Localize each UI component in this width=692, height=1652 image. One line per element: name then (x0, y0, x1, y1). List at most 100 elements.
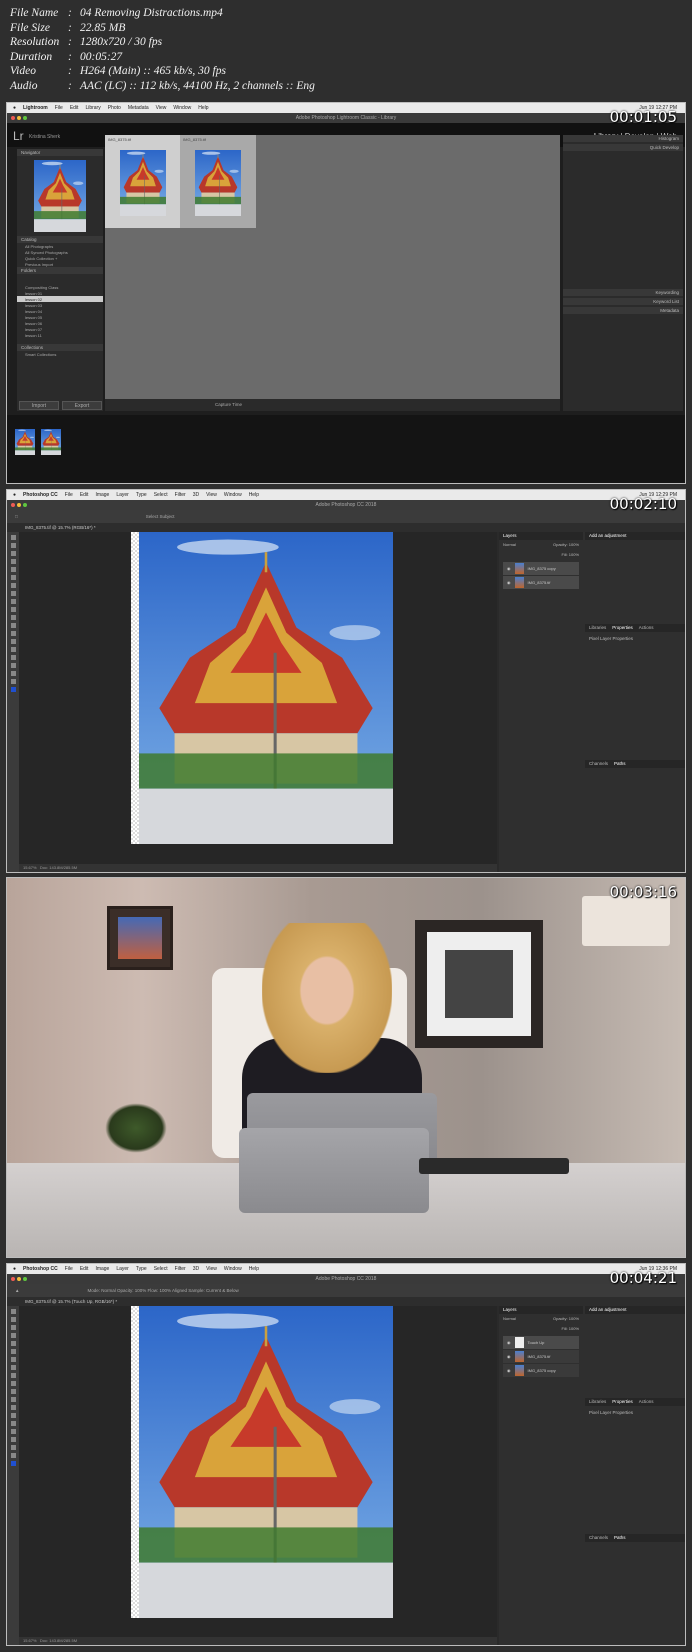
menu-3d[interactable]: 3D (193, 1266, 199, 1272)
menu-view[interactable]: View (206, 492, 217, 498)
close-button[interactable] (11, 1277, 15, 1281)
menu-filter[interactable]: Filter (175, 1266, 186, 1272)
opacity-field[interactable]: Opacity: 100% (553, 542, 579, 550)
close-button[interactable] (11, 503, 15, 507)
navigator-preview[interactable] (34, 160, 86, 232)
select-subject-button[interactable]: Select Subject (146, 514, 175, 519)
close-button[interactable] (11, 116, 15, 120)
menu-file[interactable]: File (55, 105, 63, 111)
menu-help[interactable]: Help (249, 492, 259, 498)
layer-row[interactable]: ◉ IMG_8375 copy (503, 1364, 579, 1377)
menu-type[interactable]: Type (136, 492, 147, 498)
canvas[interactable] (19, 532, 497, 864)
keywording-header[interactable]: Keywording (563, 289, 683, 296)
navigator-header[interactable]: Navigator (17, 149, 103, 156)
folders-header[interactable]: Folders (17, 267, 103, 274)
folder-item[interactable]: lesson 11 (17, 332, 103, 338)
menu-help[interactable]: Help (249, 1266, 259, 1272)
tab-actions[interactable]: Actions (639, 624, 654, 632)
menu-image[interactable]: Image (95, 1266, 109, 1272)
export-button[interactable]: Export (62, 401, 102, 410)
tab-properties[interactable]: Properties (612, 1398, 633, 1406)
blend-mode-select[interactable]: Normal (503, 1316, 516, 1324)
thumbnail-image[interactable] (195, 150, 241, 216)
zoom-button[interactable] (23, 1277, 27, 1281)
menu-app[interactable]: Photoshop CC (23, 492, 58, 498)
tab-channels[interactable]: Channels (589, 760, 608, 768)
menu-library[interactable]: Library (85, 105, 100, 111)
eye-icon[interactable]: ◉ (507, 1368, 511, 1373)
clone-stamp-icon[interactable]: ▲ (15, 1288, 19, 1293)
menu-3d[interactable]: 3D (193, 492, 199, 498)
keyword-list-header[interactable]: Keyword List (563, 298, 683, 305)
fill-field[interactable]: Fill: 100% (561, 1326, 579, 1331)
blend-mode-select[interactable]: Normal (503, 542, 516, 550)
import-button[interactable]: Import (19, 401, 59, 410)
menu-window[interactable]: Window (224, 1266, 242, 1272)
menu-filter[interactable]: Filter (175, 492, 186, 498)
tab-actions[interactable]: Actions (639, 1398, 654, 1406)
menu-layer[interactable]: Layer (116, 1266, 129, 1272)
layer-row-selected[interactable]: ◉ Touch Up (503, 1336, 579, 1349)
menu-help[interactable]: Help (198, 105, 208, 111)
quick-select-icon[interactable]: □ (15, 514, 18, 519)
opacity-field[interactable]: Opacity: 100% (553, 1316, 579, 1324)
menu-select[interactable]: Select (154, 1266, 168, 1272)
tab-properties[interactable]: Properties (612, 624, 633, 632)
sort-dropdown[interactable]: Capture Time (215, 402, 242, 407)
menu-view[interactable]: View (206, 1266, 217, 1272)
menu-file[interactable]: File (65, 1266, 73, 1272)
menu-select[interactable]: Select (154, 492, 168, 498)
collection-item[interactable]: Smart Collections (17, 351, 103, 357)
tab-libraries[interactable]: Libraries (589, 1398, 606, 1406)
apple-icon[interactable]: ● (13, 105, 16, 111)
menu-metadata[interactable]: Metadata (128, 105, 149, 111)
filmstrip-thumb[interactable] (41, 429, 61, 455)
fill-field[interactable]: Fill: 100% (561, 552, 579, 557)
menu-image[interactable]: Image (95, 492, 109, 498)
apple-icon[interactable]: ● (13, 1266, 16, 1272)
menu-edit[interactable]: Edit (80, 1266, 89, 1272)
tab-channels[interactable]: Channels (589, 1534, 608, 1542)
clone-options[interactable]: Mode: Normal Opacity: 100% Flow: 100% Al… (87, 1288, 238, 1293)
tab-layers[interactable]: Layers (503, 1306, 517, 1314)
document-tab[interactable]: IMG_8375.tif @ 15.7% (Touch Up, RGB/16*)… (7, 1297, 685, 1306)
tab-layers[interactable]: Layers (503, 532, 517, 540)
minimize-button[interactable] (17, 116, 21, 120)
document-tab[interactable]: IMG_8375.tif @ 15.7% (RGB/16*) * (7, 523, 685, 532)
minimize-button[interactable] (17, 503, 21, 507)
menu-app[interactable]: Lightroom (23, 105, 48, 111)
eye-icon[interactable]: ◉ (507, 580, 511, 585)
collections-header[interactable]: Collections (17, 344, 103, 351)
thumbnail-image[interactable] (120, 150, 166, 216)
menu-view[interactable]: View (156, 105, 167, 111)
eye-icon[interactable]: ◉ (507, 566, 511, 571)
eye-icon[interactable]: ◉ (507, 1354, 511, 1359)
layer-row[interactable]: ◉ IMG_8375 copy (503, 562, 579, 575)
menu-edit[interactable]: Edit (80, 492, 89, 498)
tab-paths[interactable]: Paths (614, 1534, 626, 1542)
quick-develop-header[interactable]: Quick Develop (563, 144, 683, 151)
menu-edit[interactable]: Edit (70, 105, 79, 111)
apple-icon[interactable]: ● (13, 492, 16, 498)
menu-app[interactable]: Photoshop CC (23, 1266, 58, 1272)
menu-layer[interactable]: Layer (116, 492, 129, 498)
layer-row[interactable]: ◉ IMG_8375.tif (503, 1350, 579, 1363)
zoom-button[interactable] (23, 116, 27, 120)
thumbnail-cell[interactable]: IMG_8375.tif (180, 135, 256, 228)
minimize-button[interactable] (17, 1277, 21, 1281)
tab-libraries[interactable]: Libraries (589, 624, 606, 632)
menu-file[interactable]: File (65, 492, 73, 498)
menu-window[interactable]: Window (224, 492, 242, 498)
menu-window[interactable]: Window (173, 105, 191, 111)
thumbnail-cell-selected[interactable]: IMG_8375.tif (105, 135, 180, 228)
zoom-button[interactable] (23, 503, 27, 507)
histogram-header[interactable]: Histogram (563, 135, 683, 142)
layer-row[interactable]: ◉ IMG_8375.tif (503, 576, 579, 589)
eye-icon[interactable]: ◉ (507, 1340, 511, 1345)
menu-photo[interactable]: Photo (108, 105, 121, 111)
catalog-header[interactable]: Catalog (17, 236, 103, 243)
canvas[interactable] (19, 1306, 497, 1637)
menu-type[interactable]: Type (136, 1266, 147, 1272)
tab-paths[interactable]: Paths (614, 760, 626, 768)
